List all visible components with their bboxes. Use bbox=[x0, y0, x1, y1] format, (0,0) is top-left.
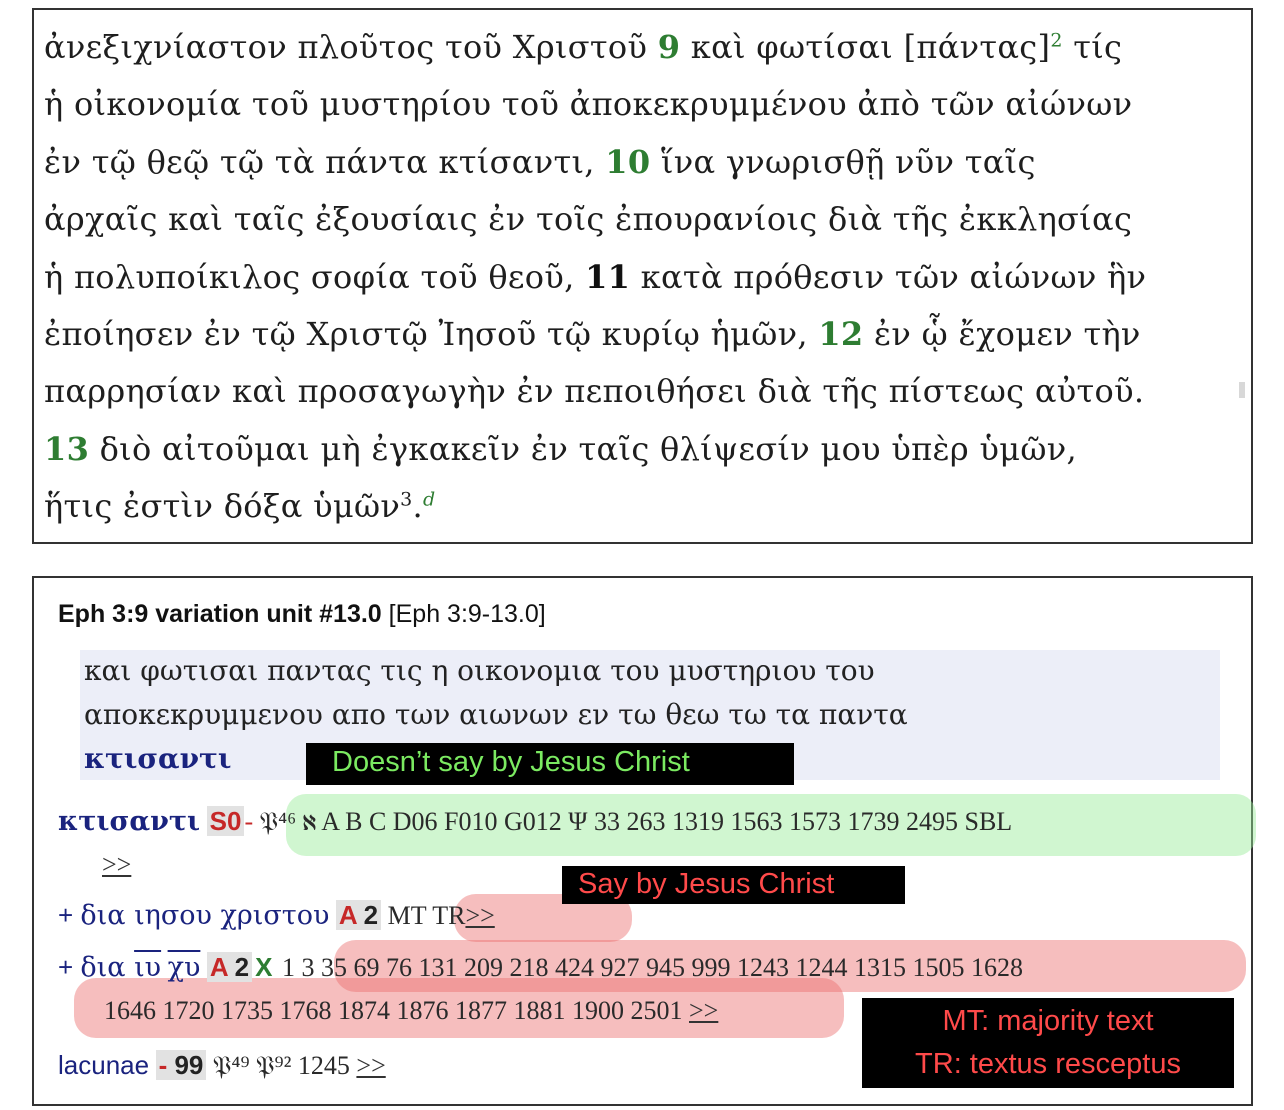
verse-number-12: 12 bbox=[818, 315, 864, 353]
lacunae-count[interactable]: - 99 bbox=[155, 1050, 207, 1080]
lacunae-row: lacunae - 99 𝔓⁴⁹ 𝔓⁹² 1245 >> bbox=[58, 1050, 386, 1082]
more-witnesses-link[interactable]: >> bbox=[356, 1051, 385, 1080]
lacunae-count-value: 99 bbox=[174, 1050, 204, 1080]
greek-text-segment: ἐν τῷ θεῷ τῷ τὰ πάντα κτίσαντι, bbox=[44, 143, 606, 181]
greek-text-segment: καὶ φωτίσαι [πάντας] bbox=[680, 28, 1051, 66]
reading-row-ktisanti-more: >> bbox=[102, 850, 131, 880]
tr-note: TR: textus resceptus bbox=[915, 1048, 1181, 1080]
callout-doesnt-say-jesus-christ: Doesn’t say by Jesus Christ bbox=[306, 743, 794, 785]
scrollbar-thumb[interactable] bbox=[1239, 382, 1245, 398]
lacunae-label: lacunae bbox=[58, 1050, 150, 1080]
lemma-line-1: και φωτισαι παντας τις η οικονομια του μ… bbox=[84, 654, 875, 687]
greek-text-segment: ἀνεξιχνίαστον πλοῦτος τοῦ Χριστοῦ bbox=[44, 28, 658, 66]
reading-row-ktisanti: κτισαντι S0- 𝔓⁴⁶ ℵ A B C D06 F010 G012 Ψ… bbox=[58, 806, 1012, 838]
reading-row-dia-iesou-christou: + δια ιησου χριστου A2 MT TR>> bbox=[58, 900, 495, 931]
greek-line-8: 13 διὸ αἰτοῦμαι μὴ ἐγκακεῖν ἐν ταῖς θλίψ… bbox=[44, 430, 1077, 468]
greek-text-segment: τίς bbox=[1062, 28, 1123, 66]
reading-witnesses: 1 3 35 69 76 131 209 218 424 927 945 999… bbox=[281, 953, 1023, 982]
reading-siglum-a[interactable]: A bbox=[335, 900, 361, 930]
greek-line-4: ἀρχαῖς καὶ ταῖς ἐξουσίαις ἐν τοῖς ἐπουρα… bbox=[44, 200, 1133, 238]
addition-marker: + bbox=[58, 900, 81, 930]
more-witnesses-link[interactable]: >> bbox=[102, 850, 131, 879]
reading-siglum-2[interactable]: 2 bbox=[360, 900, 382, 930]
callout-say-jesus-christ: Say by Jesus Christ bbox=[562, 866, 905, 904]
footnote-2-marker[interactable]: 2 bbox=[1050, 29, 1062, 51]
greek-line-5: ἡ πολυποίκιλος σοφία τοῦ θεοῦ, 11 κατὰ π… bbox=[44, 258, 1146, 296]
variation-unit-header: Eph 3:9 variation unit #13.0 [Eph 3:9-13… bbox=[58, 600, 546, 629]
nomen-sacrum-xu: χυ bbox=[167, 952, 201, 983]
reading-greek: δια ιησου χριστου bbox=[80, 900, 330, 931]
verse-number-13: 13 bbox=[44, 430, 90, 468]
greek-text-segment: διὸ αἰτοῦμαι μὴ ἐγκακεῖν ἐν ταῖς θλίψεσί… bbox=[89, 430, 1077, 468]
reading-greek: κτισαντι bbox=[58, 806, 201, 837]
greek-text-segment: ἥτις ἐστὶν δόξα ὑμῶν bbox=[44, 487, 401, 525]
verse-number-9: 9 bbox=[657, 28, 681, 66]
variation-unit-title: Eph 3:9 variation unit #13.0 bbox=[58, 600, 382, 628]
note-d-marker[interactable]: d bbox=[423, 488, 435, 510]
mt-note: MT: majority text bbox=[942, 1005, 1154, 1037]
greek-line-7: παρρησίαν καὶ προσαγωγὴν ἐν πεποιθήσει δ… bbox=[44, 372, 1145, 410]
greek-text-segment: ἡ πολυποίκιλος σοφία τοῦ θεοῦ, bbox=[44, 258, 586, 296]
greek-text-segment: ἵνα γνωρισθῇ νῦν ταῖς bbox=[650, 143, 1036, 181]
reading-row-dia-iu-xu-cont: 1646 1720 1735 1768 1874 1876 1877 1881 … bbox=[104, 996, 718, 1026]
more-witnesses-link[interactable]: >> bbox=[465, 901, 494, 930]
footnote-3-marker[interactable]: 3 bbox=[400, 488, 412, 510]
lemma-line-3: κτισαντι bbox=[84, 742, 232, 775]
reading-dash: - bbox=[244, 807, 254, 836]
reading-witnesses: MT TR bbox=[387, 901, 466, 930]
reading-witnesses: 𝔓⁴⁶ ℵ A B C D06 F010 G012 Ψ 33 263 1319 … bbox=[259, 807, 1013, 836]
variation-unit-ref: [Eph 3:9-13.0] bbox=[381, 600, 546, 628]
greek-line-9: ἥτις ἐστὶν δόξα ὑμῶν3.d bbox=[44, 487, 435, 525]
verse-number-10: 10 bbox=[605, 143, 651, 181]
more-witnesses-link[interactable]: >> bbox=[689, 996, 718, 1025]
apparatus-panel: Eph 3:9 variation unit #13.0 [Eph 3:9-13… bbox=[32, 576, 1256, 1106]
greek-text-segment: κατὰ πρόθεσιν τῶν αἰώνων ἣν bbox=[630, 258, 1147, 296]
greek-line-1: ἀνεξιχνίαστον πλοῦτος τοῦ Χριστοῦ 9 καὶ … bbox=[44, 28, 1122, 66]
reading-siglum-x[interactable]: X bbox=[252, 952, 275, 982]
greek-line-2: ἡ οἰκονομία τοῦ μυστηρίου τοῦ ἀποκεκρυμμ… bbox=[44, 85, 1133, 123]
reading-siglum-s0[interactable]: S0 bbox=[206, 806, 245, 836]
verse-number-11: 11 bbox=[585, 258, 631, 296]
lacunae-dash: - bbox=[158, 1050, 175, 1080]
reading-witnesses-cont: 1646 1720 1735 1768 1874 1876 1877 1881 … bbox=[104, 996, 683, 1025]
greek-line-6: ἐποίησεν ἐν τῷ Χριστῷ Ἰησοῦ τῷ κυρίῳ ἡμῶ… bbox=[44, 315, 1141, 353]
reading-row-dia-iu-xu: + δια ιυ χυ A2X 1 3 35 69 76 131 209 218… bbox=[58, 952, 1023, 983]
greek-text-segment: . bbox=[412, 487, 424, 525]
callout-mt-tr-legend: MT: majority text TR: textus resceptus bbox=[862, 998, 1234, 1088]
reading-siglum-2[interactable]: 2 bbox=[231, 952, 253, 982]
lemma-line-2: αποκεκρυμμενου απο των αιωνων εν τω θεω … bbox=[84, 698, 908, 731]
addition-marker: + bbox=[58, 952, 81, 982]
reading-greek: δια bbox=[80, 952, 135, 983]
greek-text-segment: ἐποίησεν ἐν τῷ Χριστῷ Ἰησοῦ τῷ κυρίῳ ἡμῶ… bbox=[44, 315, 819, 353]
greek-text-panel: ἀνεξιχνίαστον πλοῦτος τοῦ Χριστοῦ 9 καὶ … bbox=[32, 8, 1253, 544]
greek-line-3: ἐν τῷ θεῷ τῷ τὰ πάντα κτίσαντι, 10 ἵνα γ… bbox=[44, 143, 1036, 181]
lacunae-witnesses: 𝔓⁴⁹ 𝔓⁹² 1245 bbox=[212, 1051, 350, 1080]
reading-siglum-a[interactable]: A bbox=[206, 952, 232, 982]
greek-text-segment: ἐν ᾧ ἔχομεν τὴν bbox=[863, 315, 1141, 353]
nomen-sacrum-iu: ιυ bbox=[134, 952, 162, 983]
